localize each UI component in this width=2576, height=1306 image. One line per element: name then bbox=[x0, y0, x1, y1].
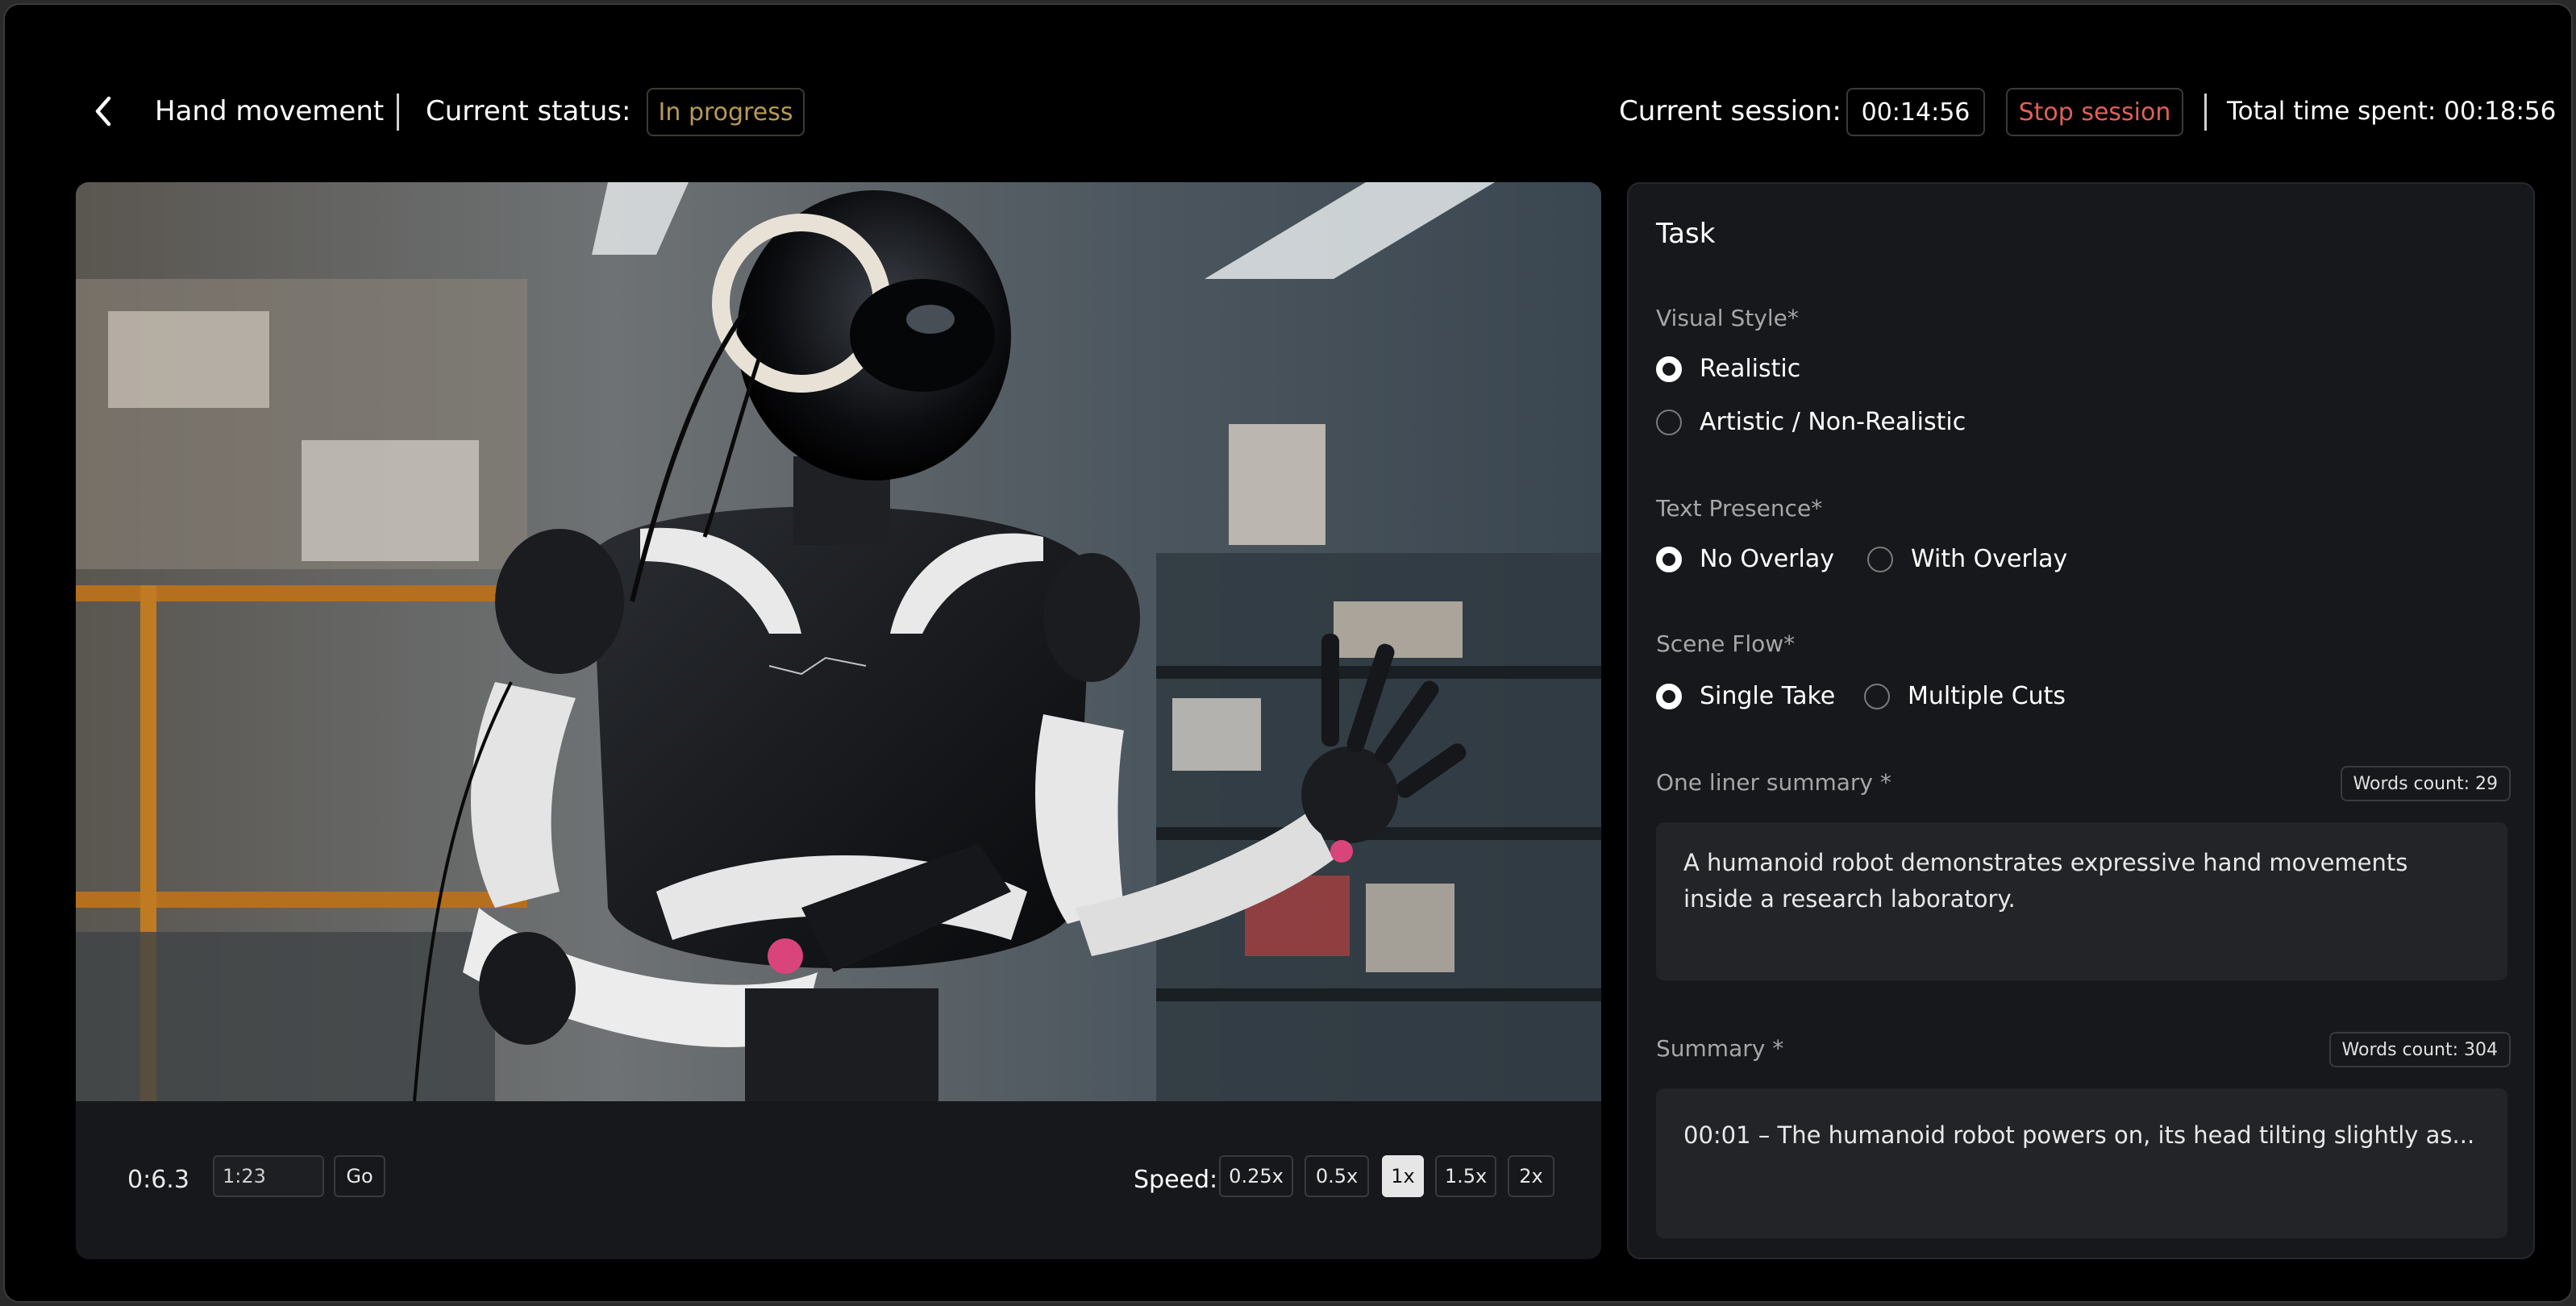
divider bbox=[2204, 94, 2207, 131]
speed-button-0.25x[interactable]: 0.25x bbox=[1219, 1155, 1293, 1197]
current-timecode: 0:6.3 bbox=[127, 1166, 189, 1194]
task-title: Task bbox=[1656, 218, 1716, 250]
video-player[interactable] bbox=[76, 182, 1601, 1101]
radio-with-overlay[interactable]: With Overlay bbox=[1867, 545, 2067, 573]
radio-label: Artistic / Non-Realistic bbox=[1700, 408, 1966, 436]
stop-session-button[interactable]: Stop session bbox=[2006, 88, 2183, 136]
scene-flow-label: Scene Flow* bbox=[1656, 630, 1796, 657]
radio-no-overlay[interactable]: No Overlay bbox=[1656, 545, 1834, 573]
one-liner-word-count: Words count: 29 bbox=[2340, 766, 2511, 801]
video-controls: 0:6.3 Go Speed: 0.25x 0.5x 1x 1.5x 2x bbox=[76, 1101, 1601, 1259]
radio-artistic[interactable]: Artistic / Non-Realistic bbox=[1656, 408, 1966, 436]
radio-realistic[interactable]: Realistic bbox=[1656, 355, 1800, 383]
app-window: Hand movement Current status: In progres… bbox=[3, 3, 2573, 1303]
radio-single-take[interactable]: Single Take bbox=[1656, 682, 1835, 710]
seek-time-input[interactable] bbox=[213, 1155, 324, 1197]
radio-label: With Overlay bbox=[1911, 545, 2068, 573]
text-presence-label: Text Presence* bbox=[1656, 495, 1823, 522]
visual-style-label: Visual Style* bbox=[1656, 305, 1799, 331]
radio-checked-icon bbox=[1656, 683, 1682, 709]
chevron-left-icon bbox=[95, 96, 111, 127]
radio-label: Realistic bbox=[1700, 355, 1801, 383]
speed-label: Speed: bbox=[1134, 1166, 1218, 1194]
go-button[interactable]: Go bbox=[334, 1155, 385, 1197]
radio-label: No Overlay bbox=[1700, 545, 1834, 573]
summary-textarea[interactable]: 00:01 – The humanoid robot powers on, it… bbox=[1656, 1088, 2507, 1238]
one-liner-textarea[interactable]: A humanoid robot demonstrates expressive… bbox=[1656, 822, 2507, 980]
one-liner-label: One liner summary * bbox=[1656, 769, 1891, 796]
back-button[interactable] bbox=[85, 94, 121, 129]
radio-label: Single Take bbox=[1700, 682, 1836, 710]
speed-button-1x[interactable]: 1x bbox=[1382, 1155, 1424, 1197]
radio-unchecked-icon bbox=[1864, 683, 1890, 709]
speed-button-2x[interactable]: 2x bbox=[1508, 1155, 1554, 1197]
task-panel: Task Visual Style* Realistic Artistic / … bbox=[1627, 182, 2535, 1259]
summary-label: Summary * bbox=[1656, 1035, 1784, 1062]
radio-unchecked-icon bbox=[1867, 546, 1893, 572]
radio-unchecked-icon bbox=[1656, 409, 1682, 435]
radio-label: Multiple Cuts bbox=[1908, 682, 2066, 710]
radio-multiple-cuts[interactable]: Multiple Cuts bbox=[1864, 682, 2066, 710]
radio-checked-icon bbox=[1656, 546, 1682, 572]
total-time-spent: Total time spent: 00:18:56 bbox=[2227, 97, 2557, 126]
status-label: Current status: bbox=[426, 95, 631, 127]
video-panel: 0:6.3 Go Speed: 0.25x 0.5x 1x 1.5x 2x bbox=[76, 182, 1601, 1259]
video-frame-robot-image bbox=[76, 182, 1601, 1101]
summary-word-count: Words count: 304 bbox=[2328, 1032, 2511, 1067]
session-timer: 00:14:56 bbox=[1846, 88, 1985, 136]
speed-button-0.5x[interactable]: 0.5x bbox=[1305, 1155, 1369, 1197]
divider bbox=[397, 94, 399, 131]
status-badge: In progress bbox=[647, 88, 805, 136]
header: Hand movement Current status: In progres… bbox=[5, 5, 2571, 166]
speed-button-1.5x[interactable]: 1.5x bbox=[1435, 1155, 1496, 1197]
radio-checked-icon bbox=[1656, 356, 1682, 382]
page-title: Hand movement bbox=[155, 95, 385, 127]
session-label: Current session: bbox=[1619, 95, 1841, 127]
